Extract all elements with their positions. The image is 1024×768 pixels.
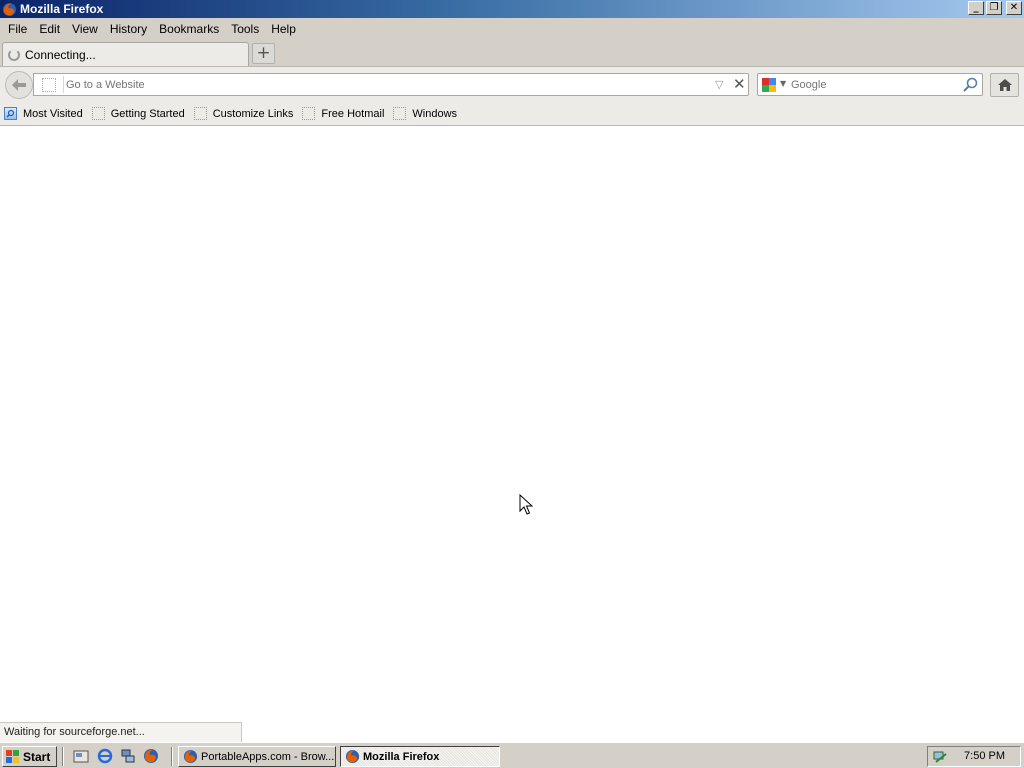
tab-connecting[interactable]: Connecting... [2, 42, 249, 66]
mouse-cursor-icon [519, 494, 533, 515]
bookmark-windows[interactable]: Windows [393, 107, 457, 120]
page-identity-icon[interactable] [42, 78, 56, 92]
quicklaunch-separator [62, 747, 64, 766]
menu-bookmarks[interactable]: Bookmarks [153, 22, 225, 36]
start-button[interactable]: Start [2, 746, 57, 767]
bookmark-label: Windows [412, 107, 458, 120]
task-label: Mozilla Firefox [363, 750, 440, 763]
new-tab-button[interactable]: + [252, 43, 275, 64]
system-tray: 7:50 PM [927, 746, 1021, 767]
bookmark-label: Customize Links [212, 107, 294, 120]
history-dropdown-icon[interactable]: ▽ [715, 78, 723, 91]
tab-label: Connecting... [25, 47, 96, 62]
bookmark-getting-started[interactable]: Getting Started [91, 107, 185, 120]
bookmark-customize-links[interactable]: Customize Links [193, 107, 294, 120]
google-icon[interactable] [762, 78, 776, 92]
search-input[interactable] [791, 76, 956, 93]
taskbar: Start PortableApps.com - Brow... Mozilla… [0, 742, 1024, 768]
url-input[interactable] [66, 76, 706, 93]
windows-logo-icon [6, 750, 19, 763]
menu-tools[interactable]: Tools [225, 22, 265, 36]
stop-icon[interactable]: ✕ [733, 75, 746, 93]
status-panel: Waiting for sourceforge.net... [0, 722, 242, 742]
firefox-icon [345, 749, 360, 764]
bookmark-most-visited[interactable]: Most Visited [4, 107, 83, 120]
bookmark-page-icon [91, 107, 105, 120]
url-bar[interactable]: ▽ ✕ [33, 73, 749, 96]
quicklaunch-separator [171, 747, 173, 766]
engine-dropdown-icon[interactable]: ▼ [780, 79, 786, 88]
menu-bar: File Edit View History Bookmarks Tools H… [0, 18, 1024, 40]
close-button[interactable]: ✕ [1006, 1, 1022, 15]
bookmarks-toolbar: Most Visited Getting Started Customize L… [0, 102, 1024, 126]
url-divider [63, 76, 64, 93]
menu-edit[interactable]: Edit [33, 22, 66, 36]
back-arrow-icon [12, 79, 26, 91]
bookmark-label: Free Hotmail [321, 107, 385, 120]
restore-button[interactable]: ❐ [986, 1, 1002, 15]
start-label: Start [23, 749, 51, 764]
clock[interactable]: 7:50 PM [964, 750, 1005, 762]
menu-view[interactable]: View [66, 22, 104, 36]
most-visited-icon [4, 107, 17, 120]
taskbar-button-portableapps[interactable]: PortableApps.com - Brow... [178, 746, 336, 767]
search-bar[interactable]: ▼ [757, 73, 983, 96]
bookmark-page-icon [193, 107, 207, 120]
tray-network-icon[interactable] [932, 749, 948, 765]
minimize-button[interactable]: _ [968, 1, 984, 15]
menu-history[interactable]: History [104, 22, 153, 36]
navigation-toolbar: ▽ ✕ ▼ [0, 66, 1024, 102]
bookmark-page-icon [393, 107, 407, 120]
taskbar-button-firefox[interactable]: Mozilla Firefox [340, 746, 500, 767]
home-icon [997, 79, 1012, 91]
window-titlebar[interactable]: Mozilla Firefox _ ❐ ✕ [0, 0, 1024, 18]
home-button[interactable] [990, 73, 1019, 97]
firefox-icon [183, 749, 198, 764]
magnifier-icon[interactable] [962, 77, 978, 93]
window-title: Mozilla Firefox [20, 2, 104, 16]
desktop-screen: Mozilla Firefox _ ❐ ✕ File Edit View His… [0, 0, 1024, 768]
tab-strip: Connecting... + [0, 40, 1024, 66]
menu-file[interactable]: File [2, 22, 33, 36]
network-icon[interactable] [120, 748, 136, 764]
show-desktop-icon[interactable] [73, 748, 89, 764]
bookmark-label: Getting Started [110, 107, 185, 120]
back-button[interactable] [5, 71, 33, 99]
task-label: PortableApps.com - Brow... [201, 750, 335, 763]
internet-explorer-icon[interactable] [97, 748, 113, 764]
menu-help[interactable]: Help [265, 22, 302, 36]
firefox-icon [2, 2, 17, 16]
bookmark-free-hotmail[interactable]: Free Hotmail [302, 107, 384, 120]
firefox-icon[interactable] [143, 748, 159, 764]
bookmark-page-icon [302, 107, 316, 120]
page-content[interactable] [0, 127, 1024, 741]
loading-spinner-icon [8, 48, 20, 61]
bookmark-label: Most Visited [23, 107, 83, 120]
window-controls: _ ❐ ✕ [968, 1, 1022, 15]
